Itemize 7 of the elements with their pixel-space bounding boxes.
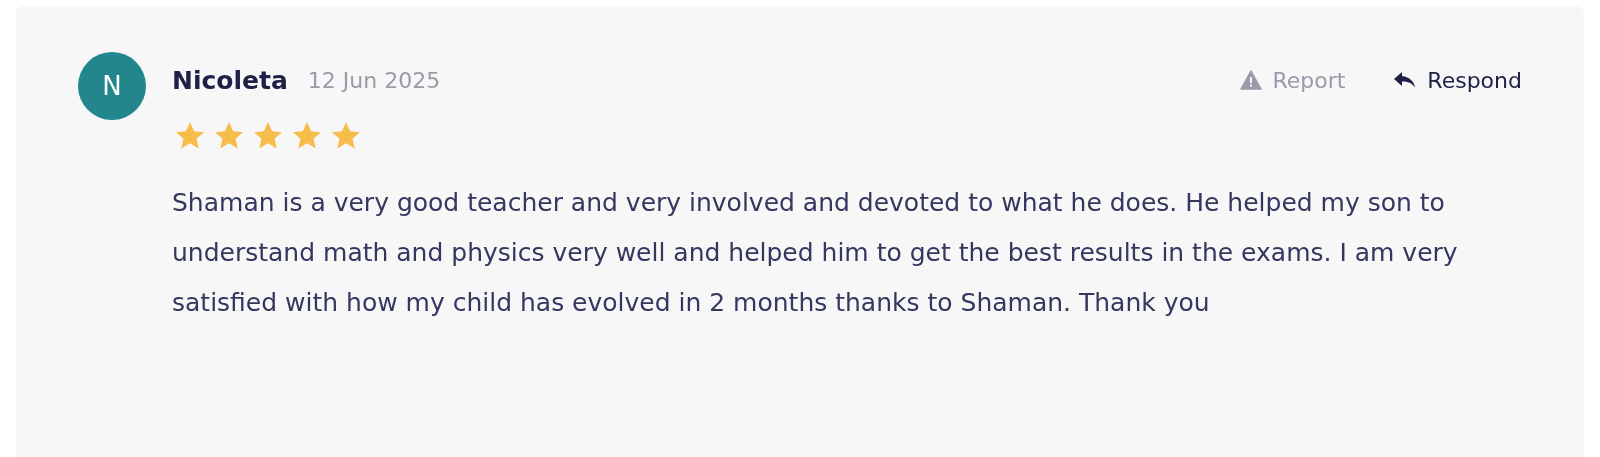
warning-icon — [1240, 70, 1263, 90]
reply-icon — [1393, 70, 1418, 90]
review-text: Shaman is a very good teacher and very involved and devoted to what he does. He helped my son to understand math and physics very well and helped him to get the best results in the exams. I am very satisfied with how my child has evolved in 2 months thanks to Shaman. Thank you — [172, 187, 1459, 319]
avatar: N — [78, 52, 146, 120]
respond-button[interactable]: Respond — [1393, 67, 1522, 93]
review-date: 12 Jun 2025 — [307, 67, 441, 93]
author-name: Nicoleta — [172, 65, 288, 95]
